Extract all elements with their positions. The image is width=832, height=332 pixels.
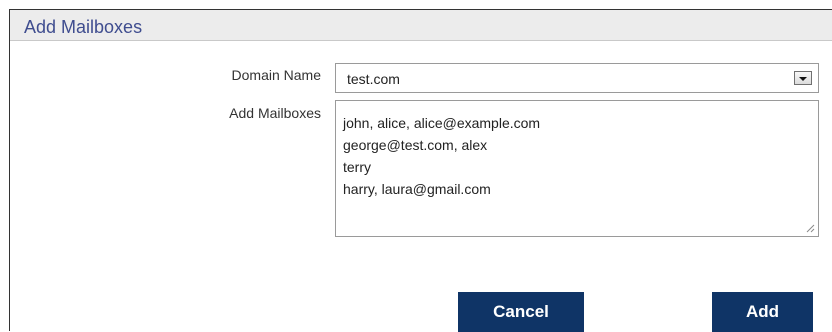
chevron-down-icon — [799, 77, 807, 81]
cancel-button[interactable]: Cancel — [458, 292, 584, 332]
mailboxes-line: terry — [343, 159, 371, 175]
mailboxes-line: george@test.com, alex — [343, 137, 488, 153]
mailboxes-line: john, alice, alice@example.com — [343, 115, 541, 131]
resize-grip-icon[interactable] — [806, 224, 815, 233]
mailboxes-line: harry, laura@gmail.com — [343, 181, 491, 197]
dialog-title: Add Mailboxes — [24, 17, 143, 37]
domain-name-select[interactable]: test.com — [335, 63, 819, 93]
add-mailboxes-label: Add Mailboxes — [229, 105, 321, 121]
mailboxes-textarea[interactable]: john, alice, alice@example.com george@te… — [335, 100, 819, 237]
add-mailboxes-dialog: Add Mailboxes Domain Name test.com Add M… — [9, 9, 832, 332]
add-button[interactable]: Add — [712, 292, 813, 332]
domain-name-value: test.com — [347, 71, 400, 87]
domain-name-label: Domain Name — [231, 67, 321, 83]
dialog-header: Add Mailboxes — [10, 10, 832, 41]
dropdown-button[interactable] — [794, 71, 812, 85]
